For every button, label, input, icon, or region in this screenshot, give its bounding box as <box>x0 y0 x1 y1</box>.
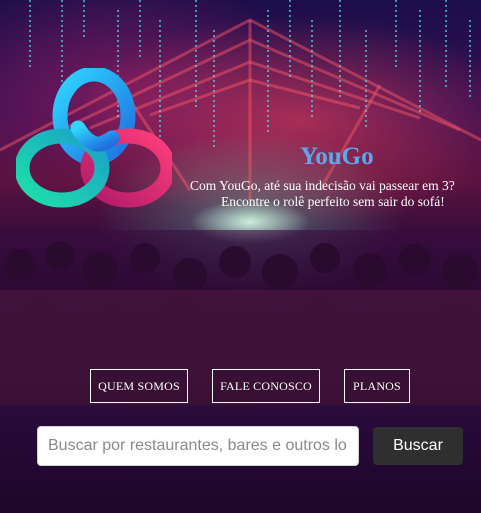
nav-quem-somos-button[interactable]: QUEM SOMOS <box>90 369 188 403</box>
nav-fale-conosco-button[interactable]: FALE CONOSCO <box>212 369 320 403</box>
search-button[interactable]: Buscar <box>373 427 463 465</box>
trefoil-knot-logo-icon <box>16 68 172 208</box>
brand-subtagline: Encontre o rolê perfeito sem sair do sof… <box>221 194 445 209</box>
nav-planos-button[interactable]: PLANOS <box>344 369 410 403</box>
brand-title: YouGo <box>300 143 374 170</box>
brand-tagline: Com YouGo, até sua indecisão vai passear… <box>190 178 455 193</box>
hero-banner: YouGo Com YouGo, até sua indecisão vai p… <box>0 0 481 405</box>
search-input[interactable] <box>37 426 359 466</box>
